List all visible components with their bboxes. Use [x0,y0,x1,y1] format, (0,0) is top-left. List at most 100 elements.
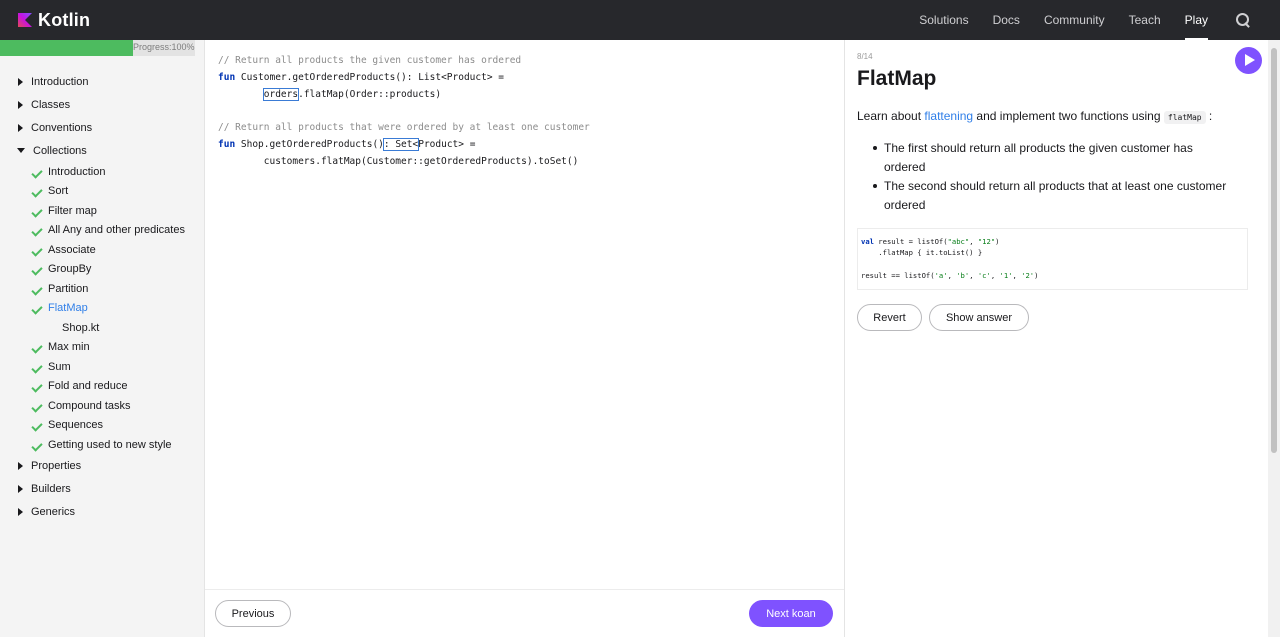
nav-play[interactable]: Play [1184,0,1209,40]
koan-item[interactable]: Compound tasks [0,396,205,416]
check-icon [33,382,45,390]
scrollbar-thumb[interactable] [1271,48,1277,453]
section-introduction[interactable]: Introduction [0,70,205,93]
koan-item[interactable]: Max min [0,338,205,358]
collapsed-arrow-icon [18,100,23,109]
koan-item[interactable]: All Any and other predicates [0,221,205,241]
previous-button[interactable]: Previous [215,600,291,627]
koan-item[interactable]: Filter map [0,201,205,221]
nav-docs[interactable]: Docs [993,0,1020,40]
koan-item[interactable]: Getting used to new style [0,435,205,455]
step-counter: 8/14 [857,52,873,61]
koan-item[interactable]: Sequences [0,416,205,436]
flattening-link[interactable]: flattening [924,109,973,123]
code-text: Product> = [418,138,476,150]
koan-item[interactable]: GroupBy [0,260,205,280]
koan-label: Introduction [48,165,106,178]
koan-item[interactable]: Sort [0,182,205,202]
code-answer-placeholder[interactable]: : Set< [382,137,420,151]
task-bullet: The first should return all products the… [873,139,1233,177]
progress-fill [0,40,133,56]
example-code-block: val result = listOf("abc", "12") .flatMa… [857,228,1248,290]
koans-tree: Introduction Classes Conventions Collect… [0,70,205,524]
nav-teach[interactable]: Teach [1129,0,1161,40]
progress-label: Progress:100% [133,42,195,52]
file-item[interactable]: Shop.kt [0,318,205,338]
code-string: "12" [977,237,996,246]
code-answer-placeholder[interactable]: orders [262,87,300,101]
section-classes[interactable]: Classes [0,93,205,116]
search-icon[interactable] [1236,13,1250,27]
section-label: Generics [31,506,76,518]
inline-code: flatMap [1163,111,1206,124]
collapsed-arrow-icon [18,462,23,470]
code-text: , [1012,270,1022,280]
check-icon [33,207,45,215]
nav-solutions[interactable]: Solutions [919,0,968,40]
check-icon [33,304,45,312]
code-comment: // Return all products the given custome… [218,55,522,66]
code-char: 'a' [934,270,948,280]
koan-item[interactable]: Introduction [0,162,205,182]
koan-label: Filter map [48,204,97,217]
koan-label: Sort [48,185,69,198]
code-text: .flatMap { it.toList() } [861,248,983,258]
section-label: Builders [31,483,71,495]
kotlin-logo-icon [18,13,32,27]
code-text: Customer.getOrderedProducts(): List<Prod… [235,71,504,83]
code-text: Shop.getOrderedProducts() [235,138,384,150]
revert-button[interactable]: Revert [857,304,922,331]
check-icon [33,343,45,351]
section-label: Collections [33,144,87,157]
code-text: result == listOf( [861,270,935,280]
code-text: , [947,270,957,280]
logo-text: Kotlin [38,9,91,30]
collapsed-arrow-icon [18,123,23,132]
next-koan-button[interactable]: Next koan [749,600,833,627]
kotlin-logo[interactable]: Kotlin [18,10,90,30]
top-nav: Kotlin Solutions Docs Community Teach Pl… [0,0,1280,40]
main-nav: Solutions Docs Community Teach Play [919,0,1280,40]
code-text: result = listOf( [873,237,948,246]
check-icon [33,441,45,449]
check-icon [33,421,45,429]
page-scrollbar[interactable] [1268,40,1280,637]
koan-label: Sum [48,360,71,373]
koan-item[interactable]: Associate [0,240,205,260]
koan-label: Sequences [48,419,104,432]
section-properties[interactable]: Properties [0,455,205,478]
koan-item[interactable]: Fold and reduce [0,377,205,397]
task-bullets: The first should return all products the… [873,139,1233,215]
code-char: '1' [999,270,1013,280]
check-icon [33,187,45,195]
koan-label: Fold and reduce [48,380,128,393]
page-title: FlatMap [857,67,937,90]
nav-community[interactable]: Community [1044,0,1105,40]
code-text: , [969,270,978,280]
check-icon [33,265,45,273]
section-collections[interactable]: Collections [0,139,205,162]
collapsed-arrow-icon [18,77,23,86]
section-builders[interactable]: Builders [0,478,205,501]
code-content[interactable]: // Return all products the given custome… [218,53,590,171]
section-label: Conventions [31,121,93,134]
koan-item[interactable]: Sum [0,357,205,377]
section-conventions[interactable]: Conventions [0,116,205,139]
check-icon [33,246,45,254]
code-keyword: val [861,237,874,246]
koan-label: FlatMap [48,302,88,315]
koan-item[interactable]: Partition [0,279,205,299]
check-icon [33,168,45,176]
check-icon [33,285,45,293]
section-generics[interactable]: Generics [0,501,205,524]
code-editor[interactable]: // Return all products the given custome… [205,40,845,637]
code-char: 'c' [977,270,991,280]
koan-label: Partition [48,282,89,295]
koans-sidebar: Progress:100% Introduction Classes Conve… [0,40,205,637]
check-icon [33,226,45,234]
koan-item-active[interactable]: FlatMap [0,299,205,319]
run-button[interactable] [1235,47,1262,74]
section-label: Classes [31,98,71,111]
intro-text: and implement two functions using [973,109,1164,123]
show-answer-button[interactable]: Show answer [929,304,1029,331]
